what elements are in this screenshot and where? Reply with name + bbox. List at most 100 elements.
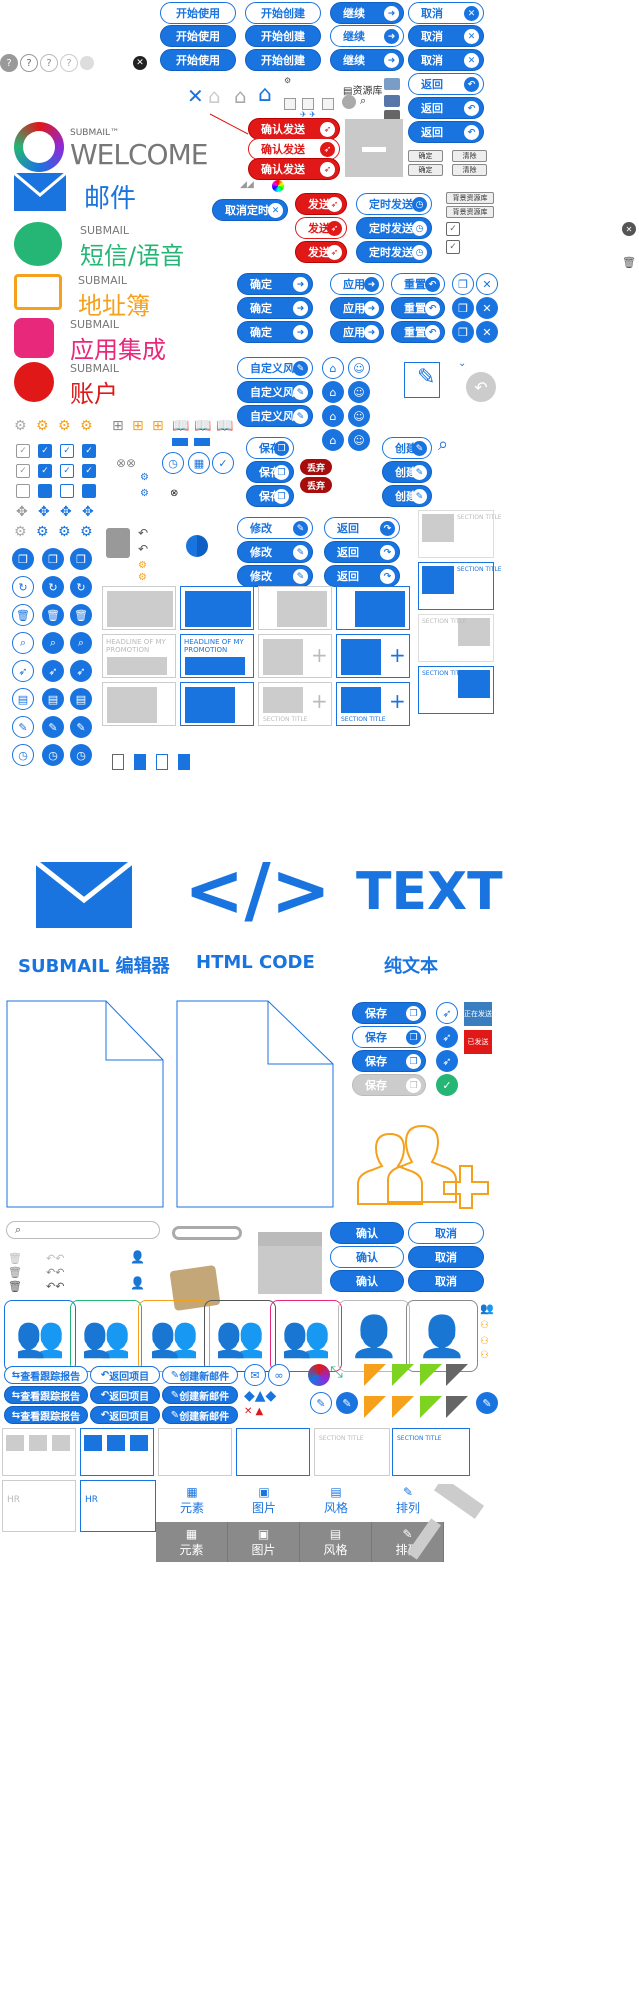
cancel-button[interactable]: 取消 ✕ — [408, 49, 484, 71]
save-button[interactable]: 保存 ❒ — [246, 485, 294, 507]
add-user-icon[interactable]: 👥 — [480, 1302, 494, 1315]
bg-library-button[interactable]: 背景资源库 — [446, 192, 494, 204]
tab-images[interactable]: ▣ 图片 — [228, 1522, 300, 1562]
tab-style[interactable]: ▤ 风格 — [300, 1480, 372, 1520]
section-add-tile[interactable]: + SECTION TITLE — [258, 682, 332, 726]
user-icon[interactable]: ☺ — [348, 405, 370, 427]
close-circle-icon[interactable]: ⊗ — [170, 488, 178, 499]
image-placeholder-tile[interactable] — [336, 586, 410, 630]
confirm-button[interactable]: 确认 — [330, 1270, 404, 1292]
trash-icon[interactable]: 🗑 — [8, 1266, 22, 1279]
search-icon[interactable]: ⌕ — [70, 632, 92, 654]
close-icon[interactable]: ✕ — [133, 56, 147, 70]
hr-block[interactable]: HR — [2, 1480, 76, 1532]
start-use-button[interactable]: 开始使用 — [160, 25, 236, 47]
save-button[interactable]: 保存 ❒ — [352, 1002, 426, 1024]
save-button-disabled[interactable]: 保存 ❒ — [352, 1074, 426, 1096]
checkbox-icon[interactable]: ✓ — [446, 240, 460, 254]
back-button[interactable]: 返回 ↷ — [324, 517, 400, 539]
reply-all-icon[interactable]: ↶↶ — [46, 1266, 64, 1279]
pencil-icon[interactable]: ✎ — [476, 1392, 498, 1414]
reply-all-icon[interactable]: ↶↶ — [46, 1252, 64, 1265]
clock-icon[interactable]: ◷ — [12, 744, 34, 766]
checkbox-icon[interactable]: ✓ — [16, 464, 30, 478]
image-placeholder-tile[interactable] — [180, 682, 254, 726]
blank-document[interactable] — [176, 1000, 334, 1208]
cancel-button[interactable]: 取消 — [408, 1222, 484, 1244]
help-icon[interactable]: ? — [40, 54, 58, 72]
reset-button[interactable]: 重置 ↶ — [391, 273, 445, 295]
arrow-left-icon[interactable] — [302, 98, 314, 110]
discard-button[interactable]: 丢弃 — [300, 459, 332, 475]
scheduled-send-button[interactable]: 定时发送 ◷ — [356, 193, 432, 215]
rocket-icon[interactable]: ➶ — [12, 660, 34, 682]
add-box-icon[interactable]: ⊞ — [152, 418, 164, 434]
search-icon[interactable]: ⌕ — [438, 434, 448, 455]
image-placeholder-tile[interactable] — [102, 586, 176, 630]
back-button[interactable]: 返回 ↶ — [408, 121, 484, 143]
confirm-button[interactable]: 确认 — [330, 1246, 404, 1268]
create-button[interactable]: 创建 ✎ — [382, 461, 432, 483]
link-icon[interactable]: ∞ — [268, 1364, 290, 1386]
chevron-down-icon[interactable] — [194, 438, 210, 446]
back-button[interactable]: 返回 ↶ — [408, 73, 484, 95]
home-icon[interactable]: ⌂ — [234, 84, 247, 108]
plain-text-label[interactable]: 纯文本 — [384, 952, 438, 978]
send-button[interactable]: 发送 ➶ — [295, 241, 347, 263]
start-create-button[interactable]: 开始创建 — [245, 25, 321, 47]
hr-block[interactable]: HR — [80, 1480, 156, 1532]
document-icon[interactable] — [178, 754, 190, 770]
home-icon[interactable]: ⌂ — [322, 405, 344, 427]
undo-icon[interactable]: ↶ — [138, 542, 148, 556]
back-button[interactable]: 返回 ↷ — [324, 565, 400, 587]
arrow-left-icon[interactable] — [284, 98, 296, 110]
apply-button[interactable]: 应用 ➜ — [330, 297, 384, 319]
clear-button[interactable]: 清除 — [452, 150, 487, 162]
tab-elements[interactable]: ▦ 元素 — [156, 1480, 228, 1520]
rocket-icon[interactable]: ➶ — [436, 1002, 458, 1024]
checkbox-icon[interactable]: ✓ — [16, 444, 30, 458]
custom-style-button[interactable]: 自定义风格 ✎ — [237, 357, 313, 379]
edit-button[interactable]: 修改 ✎ — [237, 565, 313, 587]
contacts-card-orange[interactable]: 👥 — [138, 1300, 210, 1372]
template-thumb[interactable] — [158, 1428, 232, 1476]
cube-icon[interactable]: ❒ — [452, 321, 474, 343]
cancel-button[interactable]: 取消 ✕ — [408, 2, 484, 24]
back-button[interactable]: 返回 ↷ — [324, 541, 400, 563]
cube-icon[interactable]: ❒ — [452, 273, 474, 295]
undo-icon[interactable]: ↶ — [138, 526, 148, 540]
bg-library-button[interactable]: 背景资源库 — [446, 206, 494, 218]
contacts-card-green[interactable]: 👥 — [70, 1300, 142, 1372]
checkbox-icon[interactable]: ✓ — [60, 464, 74, 478]
tab-elements[interactable]: ▦ 元素 — [156, 1522, 228, 1562]
color-wheel-icon[interactable] — [272, 180, 284, 192]
image-add-tile[interactable]: + — [336, 634, 410, 678]
trash-icon[interactable]: 🗑 — [622, 256, 636, 269]
save-button[interactable]: 保存 ❒ — [246, 437, 294, 459]
scheduled-send-button[interactable]: 定时发送 ◷ — [356, 241, 432, 263]
trash-icon[interactable]: 🗑 — [70, 604, 92, 626]
chevron-down-icon[interactable]: ⌄ — [458, 358, 466, 369]
cancel-button[interactable]: 取消 — [408, 1270, 484, 1292]
apply-button[interactable]: 应用 ➜ — [330, 321, 384, 343]
chevron-down-icon[interactable] — [172, 438, 188, 446]
headline-tile[interactable]: HEADLINE OF MY PROMOTION — [102, 634, 176, 678]
user-icon[interactable]: ☺ — [348, 381, 370, 403]
home-icon[interactable]: ⌂ — [258, 82, 272, 107]
image-placeholder-tile[interactable] — [258, 586, 332, 630]
confirm-send-button[interactable]: 确认发送 ➶ — [248, 158, 340, 180]
expand-icon[interactable]: ⤡ — [330, 1362, 343, 1382]
clock-icon[interactable]: ◷ — [162, 452, 184, 474]
search-icon[interactable]: ⌕ — [360, 94, 366, 108]
clear-button[interactable]: 清除 — [452, 164, 487, 176]
cube-icon[interactable]: ❒ — [12, 548, 34, 570]
trash-icon[interactable]: 🗑 — [8, 1252, 22, 1265]
close-circle-icon[interactable]: ⊗⊗ — [116, 456, 136, 470]
calendar-icon[interactable]: ▦ — [188, 452, 210, 474]
confirm-button[interactable]: 确定 ➜ — [237, 321, 313, 343]
confirm-button[interactable]: 确定 — [408, 164, 443, 176]
contacts-card-gray[interactable]: 👥 — [204, 1300, 276, 1372]
cancel-scheduled-button[interactable]: 取消定时 ✕ — [212, 199, 288, 221]
archive-icon[interactable] — [38, 484, 52, 498]
image-placeholder-tile[interactable] — [180, 586, 254, 630]
